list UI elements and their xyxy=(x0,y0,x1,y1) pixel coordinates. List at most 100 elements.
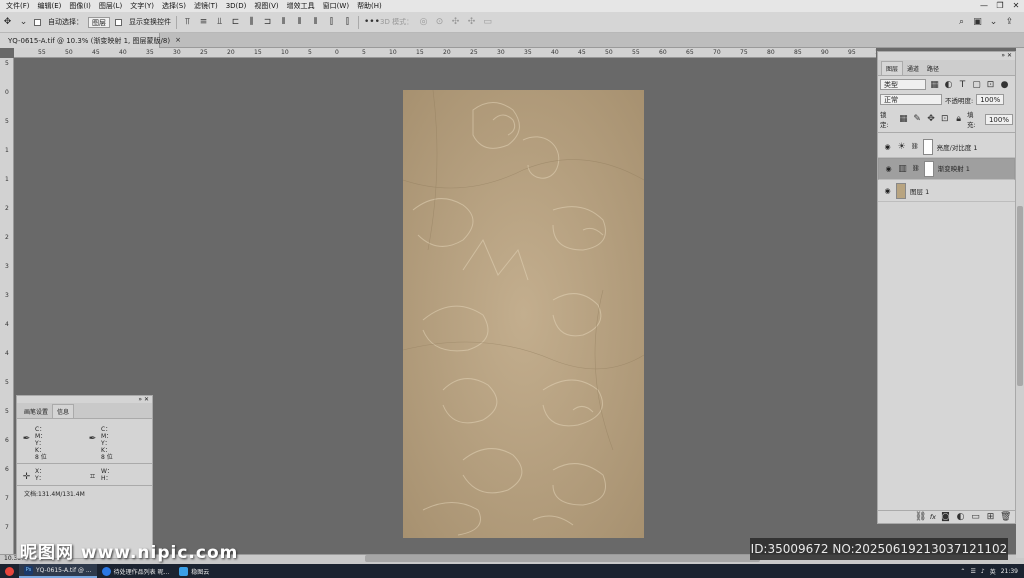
menu-item[interactable]: 滤镜(T) xyxy=(190,1,222,11)
menu-item[interactable]: 增效工具 xyxy=(283,1,319,11)
layer-row[interactable]: ◉ ☀ ⛓ 亮度/对比度 1 xyxy=(878,136,1015,158)
filter-smart-icon[interactable]: ⊡ xyxy=(985,80,996,90)
layer-filter-dropdown[interactable]: 类型 xyxy=(880,79,926,90)
align-hcenter-icon[interactable]: ⫼ xyxy=(246,17,257,27)
mask-icon[interactable]: ◙ xyxy=(940,512,951,522)
menu-item[interactable]: 文件(F) xyxy=(2,1,34,11)
distribute-bottom-icon[interactable]: ⫴ xyxy=(310,17,321,27)
input-method-label[interactable]: 英 xyxy=(990,567,996,576)
tab-brush-settings[interactable]: 画笔设置 xyxy=(20,405,52,418)
ruler-tick-label: 75 xyxy=(740,49,748,56)
lock-move-icon[interactable]: ✥ xyxy=(926,114,937,124)
lock-artboard-icon[interactable]: ⊡ xyxy=(939,114,950,124)
align-bottom-icon[interactable]: ⫫ xyxy=(214,17,225,27)
vertical-scrollbar[interactable] xyxy=(1016,48,1024,558)
layer-row[interactable]: ◉ 图层 1 xyxy=(878,180,1015,202)
show-transform-checkbox[interactable] xyxy=(115,18,122,26)
tab-paths[interactable]: 路径 xyxy=(923,62,943,75)
chevron-down-icon[interactable]: ⌄ xyxy=(18,17,29,27)
search-icon[interactable]: ⌕ xyxy=(956,17,967,27)
eye-icon[interactable]: ◉ xyxy=(883,143,892,151)
opacity-input[interactable]: 100% xyxy=(976,94,1005,105)
workspace-icon[interactable]: ▣ xyxy=(972,17,983,27)
minimize-button[interactable]: — xyxy=(976,0,992,12)
align-right-icon[interactable]: ⊐ xyxy=(262,17,273,27)
info-label: Y： xyxy=(101,440,111,447)
menu-item[interactable]: 窗口(W) xyxy=(319,1,353,11)
layer-mask-thumbnail[interactable] xyxy=(923,161,934,177)
mask-link-icon[interactable]: ⛓ xyxy=(912,164,920,174)
distribute-left-icon[interactable]: ⫿ xyxy=(326,17,337,27)
document-tab[interactable]: YQ-0615-A.tif @ 10.3% (渐变映射 1, 图层蒙版/8) × xyxy=(0,33,181,48)
taskbar-item-cloud[interactable]: 稳图云 xyxy=(174,564,214,578)
auto-select-dropdown[interactable]: 图层 xyxy=(88,16,110,28)
auto-select-checkbox[interactable] xyxy=(34,18,41,26)
document-tab-close-icon[interactable]: × xyxy=(175,36,181,45)
mask-link-icon[interactable]: ⛓ xyxy=(911,143,919,150)
clock[interactable]: 21:39 xyxy=(1001,568,1018,575)
group-icon[interactable]: ▭ xyxy=(970,512,981,522)
tab-layers[interactable]: 图层 xyxy=(881,61,904,75)
filter-shape-icon[interactable]: ▢ xyxy=(971,80,982,90)
layer-row[interactable]: ◉ ▥ ⛓ 渐变映射 1 xyxy=(878,158,1015,180)
layer-mask-thumbnail[interactable] xyxy=(922,138,933,155)
align-vcenter-icon[interactable]: ≡ xyxy=(198,17,209,27)
link-icon[interactable]: ⛓ xyxy=(915,512,926,522)
distribute-center-icon[interactable]: ⫴ xyxy=(294,17,305,27)
distribute-right-icon[interactable]: ⫿ xyxy=(342,17,353,27)
move-tool-icon[interactable]: ✥ xyxy=(2,17,13,27)
taskbar-item-browser[interactable]: 待处理作品列表 昵... xyxy=(97,564,175,578)
new-layer-icon[interactable]: ⊞ xyxy=(985,512,996,522)
document-image[interactable] xyxy=(403,90,644,538)
menu-item[interactable]: 3D(D) xyxy=(222,2,251,10)
taskbar-item-chrome[interactable] xyxy=(0,564,19,578)
filter-toggle-icon[interactable]: ● xyxy=(999,80,1010,90)
adjustment-icon[interactable]: ◐ xyxy=(955,512,966,522)
menu-item[interactable]: 帮助(H) xyxy=(353,1,386,11)
tab-info[interactable]: 信息 xyxy=(52,404,75,418)
menu-item[interactable]: 图层(L) xyxy=(95,1,126,11)
menu-item[interactable]: 编辑(E) xyxy=(34,1,66,11)
share-icon[interactable]: ⇪ xyxy=(1004,17,1015,27)
menu-item[interactable]: 选择(S) xyxy=(158,1,190,11)
fx-icon[interactable]: fx xyxy=(930,513,936,521)
eye-icon[interactable]: ◉ xyxy=(884,164,893,174)
info-panel: » ✕ 画笔设置 信息 ✒ C： M： Y： K： 8 位 ✒ C： M： Y：… xyxy=(16,395,153,559)
fill-input[interactable]: 100% xyxy=(984,113,1013,125)
filter-adjust-icon[interactable]: ◐ xyxy=(943,80,954,90)
align-left-icon[interactable]: ⊏ xyxy=(230,17,241,27)
watermark-logo: 昵图网 www.nipic.com xyxy=(20,543,239,563)
blend-mode-dropdown[interactable]: 正常 xyxy=(880,94,942,105)
ruler-tick-label: 15 xyxy=(416,49,424,56)
lock-paint-icon[interactable]: ✎ xyxy=(912,114,923,124)
lock-transparent-icon[interactable]: ▦ xyxy=(898,114,909,124)
ruler-tick-label: 60 xyxy=(659,49,667,56)
volume-icon[interactable]: ♪ xyxy=(981,568,985,575)
menu-item[interactable]: 文字(Y) xyxy=(126,1,158,11)
close-button[interactable]: ✕ xyxy=(1008,0,1024,12)
distribute-top-icon[interactable]: ⫴ xyxy=(278,17,289,27)
panel-collapse-icon[interactable]: » ✕ xyxy=(878,52,1015,60)
panel-collapse-icon[interactable]: » ✕ xyxy=(138,396,149,403)
scroll-thumb[interactable] xyxy=(1017,206,1023,386)
align-top-icon[interactable]: ⫪ xyxy=(182,17,193,27)
chevron-down-icon[interactable]: ⌄ xyxy=(988,17,999,27)
network-icon[interactable]: ☰ xyxy=(970,568,975,575)
trash-icon[interactable]: 🗑︎ xyxy=(1000,512,1011,522)
restore-button[interactable]: ❐ xyxy=(992,0,1008,12)
3d-mode-label: 3D 模式： xyxy=(380,18,414,26)
eye-icon[interactable]: ◉ xyxy=(883,187,892,195)
more-options-icon[interactable]: ••• xyxy=(364,17,380,27)
horizontal-scrollbar[interactable] xyxy=(365,555,760,562)
filter-pixel-icon[interactable]: ▦ xyxy=(929,80,940,90)
menu-item[interactable]: 图像(I) xyxy=(65,1,95,11)
chevron-up-icon[interactable]: ⌃ xyxy=(960,568,965,575)
ruler-tick-label: 65 xyxy=(686,49,694,56)
photoshop-icon: Ps xyxy=(24,565,33,575)
taskbar-item-photoshop[interactable]: Ps YQ-0615-A.tif @ ... xyxy=(19,564,97,578)
lock-all-icon[interactable]: 🔒︎ xyxy=(953,114,964,124)
menu-item[interactable]: 视图(V) xyxy=(250,1,282,11)
layer-thumbnail[interactable] xyxy=(896,182,906,199)
tab-channels[interactable]: 通道 xyxy=(903,62,923,75)
filter-type-icon[interactable]: T xyxy=(957,80,968,90)
